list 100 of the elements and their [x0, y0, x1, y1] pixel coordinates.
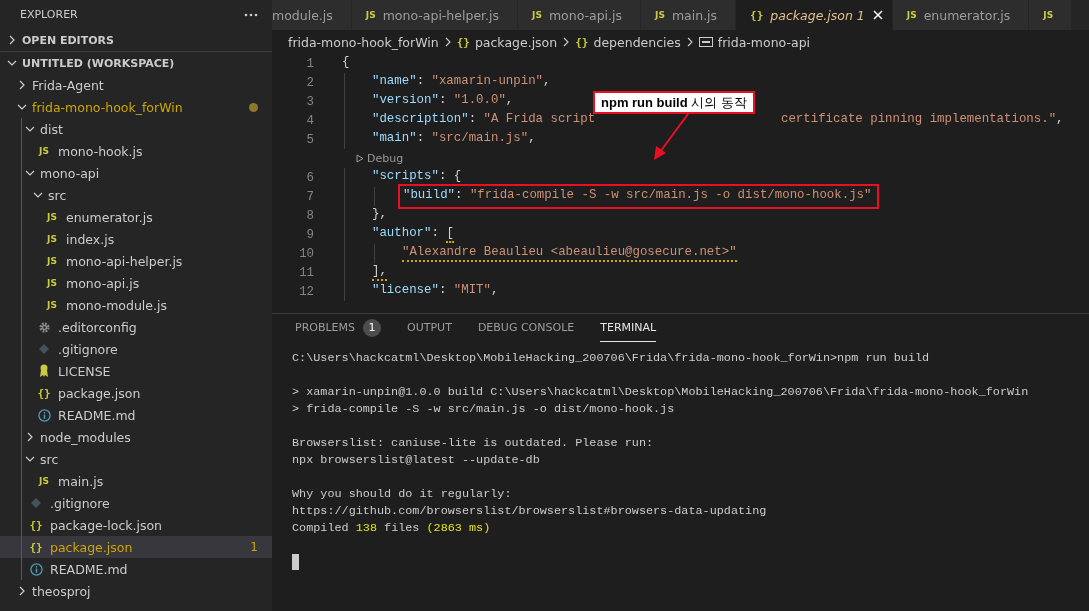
- folder-item[interactable]: src: [0, 448, 272, 470]
- section-header[interactable]: UNTITLED (WORKSPACE): [0, 51, 272, 74]
- js-file-icon: JS: [655, 10, 665, 20]
- js-file-icon: JS: [1043, 10, 1054, 20]
- tree-item-label: index.js: [66, 231, 116, 247]
- tree-item-label: .gitignore: [50, 495, 111, 511]
- folder-item[interactable]: dist: [0, 118, 272, 140]
- terminal-line: Browserslist: caniuse-lite is outdated. Please run:: [292, 435, 654, 452]
- tree-item-label: mono-module.js: [66, 297, 168, 313]
- code-token: "author": [372, 226, 432, 242]
- line-number: 9: [305, 227, 314, 242]
- debug-codelens[interactable]: Debug: [356, 152, 404, 165]
- tree-item-label: main.js: [58, 473, 105, 489]
- terminal-line: > xamarin-unpin@1.0.0 build C:\Users\hackcatml\Desktop\MobileHacking_200706\Frida\frida-mono-hook_forWin: [292, 384, 1029, 401]
- code-token: "frida-compile -S -w src/main.js -o dist/mono-hook.js": [469, 188, 872, 204]
- close-icon[interactable]: [871, 9, 884, 21]
- tree-item-label: .gitignore: [58, 341, 119, 357]
- tree-item-label: package-lock.json: [50, 517, 164, 533]
- file-item[interactable]: README.md: [0, 558, 272, 580]
- code-token: ,: [528, 131, 536, 147]
- folder-item[interactable]: theosproj: [0, 580, 272, 602]
- line-number: 11: [298, 265, 314, 280]
- file-item[interactable]: JS mono-api.js: [0, 272, 272, 294]
- file-item[interactable]: {} package.json 1: [0, 536, 272, 558]
- file-item[interactable]: {} package-lock.json: [0, 514, 272, 536]
- editor-tab[interactable]: {} package.json 1: [736, 0, 893, 30]
- folder-item[interactable]: frida-mono-hook_forWin: [0, 96, 272, 118]
- line-number: 6: [305, 170, 314, 185]
- file-item[interactable]: .gitignore: [0, 492, 272, 514]
- editor-tab[interactable]: JS enumerator.js: [892, 0, 1030, 30]
- breadcrumb-item[interactable]: frida-mono-hook_forWin: [288, 34, 439, 50]
- folder-item[interactable]: Frida-Agent: [0, 74, 272, 96]
- folder-item[interactable]: src: [0, 184, 272, 206]
- folder-item[interactable]: node_modules: [0, 426, 272, 448]
- braces-icon: {}: [575, 35, 589, 49]
- editor-tab[interactable]: module.js: [272, 0, 352, 30]
- code-token: : {: [438, 169, 462, 185]
- editor-tab[interactable]: JS mono-api.js: [518, 0, 642, 30]
- folder-item[interactable]: mono-api: [0, 162, 272, 184]
- tree-item-label: theosproj: [32, 583, 92, 599]
- ribbon-icon: [39, 364, 49, 378]
- code-token: :: [468, 112, 478, 128]
- line-number: 7: [305, 189, 314, 204]
- diamond-icon: [30, 497, 42, 509]
- file-item[interactable]: JS enumerator.js: [0, 206, 272, 228]
- explorer-title: EXPLORER: [20, 8, 78, 21]
- more-icon[interactable]: [244, 12, 258, 17]
- tree-item-label: frida-mono-hook_forWin: [32, 99, 184, 115]
- editor-tab[interactable]: JS mono-api-helper.js: [351, 0, 519, 30]
- breadcrumb-item[interactable]: frida-mono-api: [698, 34, 811, 50]
- js-file-icon: JS: [47, 234, 57, 244]
- play-icon: [356, 154, 364, 163]
- file-item[interactable]: JS mono-api-helper.js: [0, 250, 272, 272]
- line-number: 2: [305, 75, 314, 90]
- file-item[interactable]: JS main.js: [0, 470, 272, 492]
- code-token: "license": [372, 283, 439, 299]
- file-item[interactable]: .gitignore: [0, 338, 272, 360]
- file-item[interactable]: LICENSE: [0, 360, 272, 382]
- line-number: 8: [305, 208, 314, 223]
- code-token: :: [438, 93, 448, 109]
- panel-tab[interactable]: DEBUG CONSOLE: [477, 314, 575, 342]
- file-item[interactable]: .editorconfig: [0, 316, 272, 338]
- code-token: :: [438, 283, 448, 299]
- js-file-icon: JS: [47, 278, 57, 288]
- terminal-line: C:\Users\hackcatml\Desktop\MobileHacking_200706\Frida\frida-mono-hook_forWin>npm run build: [292, 350, 930, 367]
- terminal-line: Compiled 138 files (2863 ms): [292, 520, 491, 537]
- file-item[interactable]: JS mono-hook.js: [0, 140, 272, 162]
- gear-icon: [37, 320, 51, 334]
- breadcrumb-item[interactable]: {} dependencies: [575, 34, 681, 50]
- code-token: "build": [403, 188, 456, 204]
- file-item[interactable]: README.md: [0, 404, 272, 426]
- section-header[interactable]: OPEN EDITORS: [0, 29, 272, 51]
- code-token: "main": [372, 131, 417, 147]
- code-token: ,: [1056, 112, 1064, 128]
- file-item[interactable]: {} package.json: [0, 382, 272, 404]
- editor-tab[interactable]: JS: [1029, 0, 1073, 30]
- tab-label: enumerator.js: [923, 7, 1011, 23]
- js-file-icon: JS: [47, 300, 57, 310]
- breadcrumb-item[interactable]: {} package.json: [456, 34, 558, 50]
- tab-label: module.js: [272, 7, 333, 23]
- file-item[interactable]: JS mono-module.js: [0, 294, 272, 316]
- tree-item-label: mono-api-helper.js: [66, 253, 184, 269]
- panel-tab[interactable]: PROBLEMS 1: [295, 314, 382, 342]
- code-token: "version": [372, 93, 439, 109]
- panel-tab[interactable]: TERMINAL: [600, 314, 657, 342]
- code-token: ,: [543, 74, 551, 90]
- panel-tab[interactable]: OUTPUT: [407, 314, 452, 342]
- code-token: :: [416, 131, 426, 147]
- code-token: :: [416, 74, 426, 90]
- string-icon: [698, 37, 713, 47]
- tree-item-label: package.json: [50, 539, 134, 555]
- code-token: :: [431, 226, 440, 242]
- terminal-line: https://github.com/browserslist/browserslist#browsers-data-updating: [292, 503, 767, 520]
- editor-tab[interactable]: JS main.js: [641, 0, 737, 30]
- braces-icon: {}: [29, 540, 43, 554]
- code-token: ,: [491, 283, 499, 299]
- code-token: certificate pinning implementations.": [780, 112, 1057, 128]
- file-item[interactable]: JS index.js: [0, 228, 272, 250]
- code-token: "MIT": [453, 283, 491, 299]
- js-file-icon: JS: [39, 476, 49, 486]
